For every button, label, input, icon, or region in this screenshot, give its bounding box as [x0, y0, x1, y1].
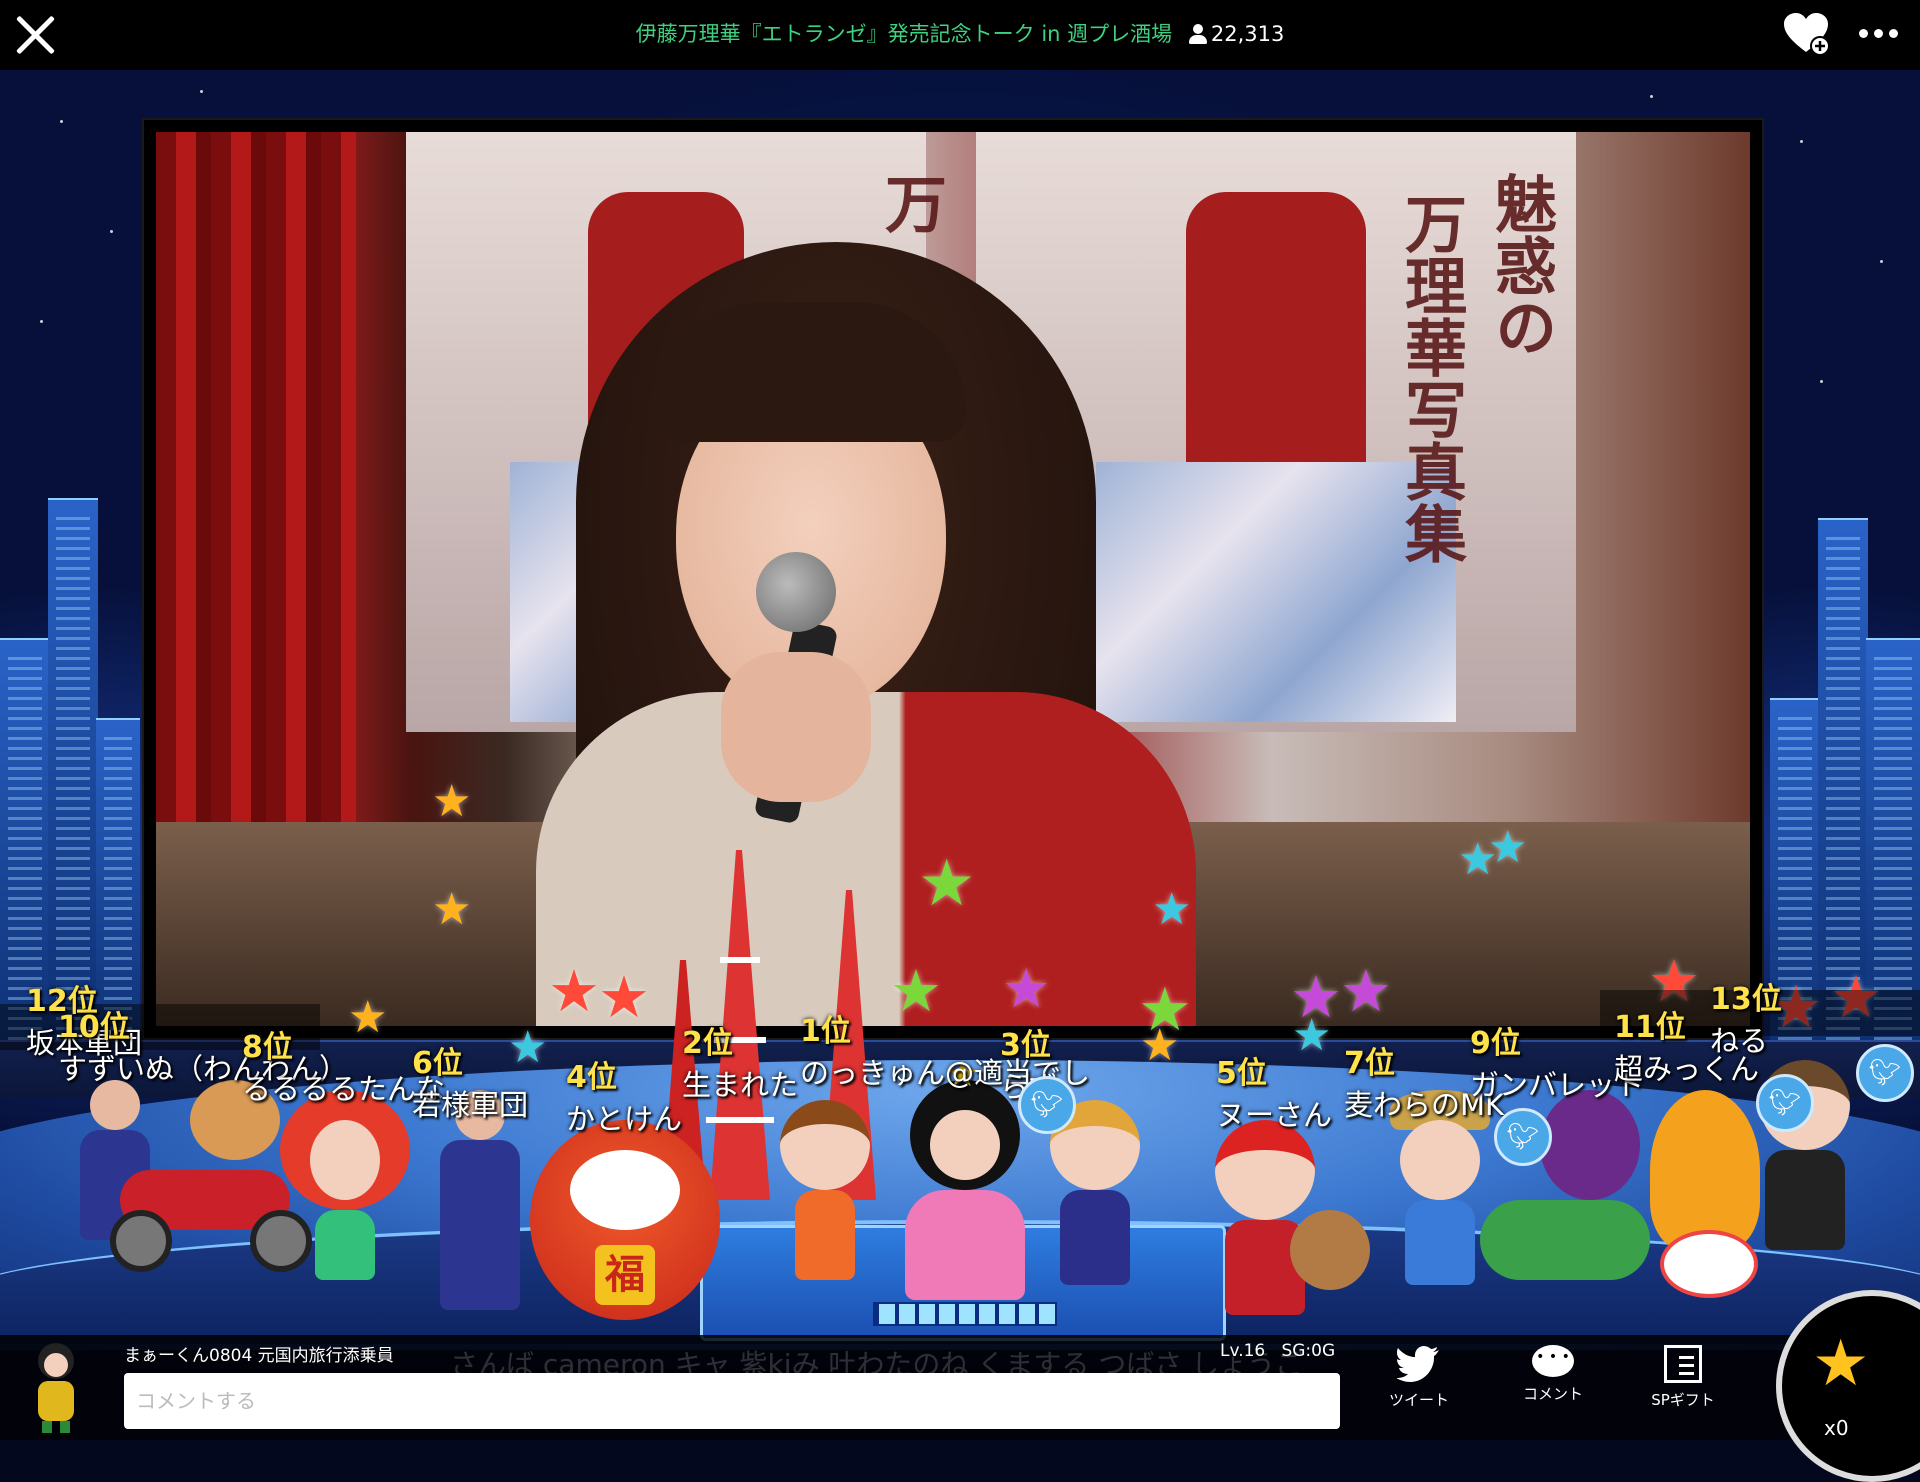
comment-input[interactable]	[124, 1373, 1340, 1429]
gold-star-icon: ★	[1812, 1327, 1870, 1401]
star-icon: ★	[1152, 884, 1192, 935]
rank-label: 2位 生まれた	[682, 1026, 799, 1102]
twitter-bubble-icon: 🐦︎	[1856, 1044, 1914, 1102]
lantern-text: 福	[595, 1245, 655, 1305]
top-bar: 伊藤万理華『エトランゼ』発売記念トーク in 週プレ酒場 22,313	[0, 0, 1920, 70]
bg-star	[1880, 260, 1883, 263]
bg-star	[1800, 140, 1803, 143]
star-count: x0	[1824, 1416, 1849, 1440]
poster-text: 万理華写真集	[1394, 192, 1467, 564]
viewer-count-value: 22,313	[1210, 22, 1285, 46]
sg-value: SG:0G	[1281, 1341, 1336, 1361]
bg-star	[110, 230, 113, 233]
tweet-button[interactable]: ツイート	[1374, 1345, 1464, 1410]
poster-text: 魅惑の	[1484, 172, 1557, 358]
poster-text: 万	[874, 172, 947, 234]
favorite-heart-button[interactable]	[1782, 10, 1832, 60]
twitter-bird-icon	[1397, 1346, 1439, 1382]
user-level: Lv.16 SG:0G	[1220, 1341, 1335, 1361]
microphone	[756, 552, 836, 632]
avatar-rank-4-daruma[interactable]: 福	[530, 1120, 720, 1320]
bg-star	[1650, 95, 1653, 98]
speaker-bangs	[656, 302, 966, 442]
user-name: まぁーくん0804 元国内旅行添乗員	[124, 1346, 394, 1366]
bg-star	[60, 120, 63, 123]
star-icon: ★	[432, 884, 472, 935]
star-icon: ★	[1488, 822, 1528, 873]
star-icon: ★	[1340, 957, 1392, 1025]
user-avatar[interactable]	[22, 1339, 90, 1435]
bottom-bar: さんば cameron キャ 紫kiみ 吐わたのね くまする つばさ しょうご …	[0, 1335, 1920, 1440]
sp-gift-label: SPギフト	[1651, 1391, 1715, 1409]
speaker-hand	[721, 652, 871, 802]
person-icon	[1188, 24, 1207, 44]
avatar-rank-8[interactable]	[280, 1090, 410, 1290]
rank-label: 4位 かとけん	[566, 1060, 683, 1136]
sp-gift-button[interactable]: SPギフト	[1638, 1345, 1728, 1410]
bg-star	[1820, 380, 1823, 383]
bg-star	[200, 90, 203, 93]
twitter-bubble-icon: 🐦︎	[1756, 1074, 1814, 1132]
avatar-reindeer[interactable]	[1290, 1210, 1370, 1300]
star-icon: ★	[598, 963, 650, 1031]
more-options-button[interactable]	[1856, 20, 1906, 48]
stream-title-bar: 伊藤万理華『エトランゼ』発売記念トーク in 週プレ酒場 22,313	[0, 18, 1920, 48]
comment-button[interactable]: コメント	[1508, 1345, 1598, 1404]
user-avatar-image	[38, 1343, 74, 1433]
comment-label: コメント	[1522, 1385, 1583, 1403]
stream-title: 伊藤万理華『エトランゼ』発売記念トーク in 週プレ酒場	[635, 22, 1173, 46]
twitter-bubble-icon: 🐦︎	[1494, 1108, 1552, 1166]
tweet-label: ツイート	[1388, 1391, 1449, 1409]
level-value: Lv.16	[1220, 1341, 1266, 1361]
star-icon: ★	[918, 847, 976, 921]
rank-label: 6位 若様軍団	[412, 1046, 529, 1122]
avatar-rank-6[interactable]	[420, 1090, 540, 1320]
star-icon: ★	[1140, 1020, 1180, 1071]
bg-star	[40, 320, 43, 323]
avatar-rank-1[interactable]: ★	[890, 1054, 1040, 1300]
avatar-rank-2[interactable]	[770, 1100, 880, 1290]
rank-label: 5位 ヌーさん	[1216, 1056, 1333, 1132]
gift-list-icon	[1664, 1345, 1702, 1383]
star-icon: ★	[432, 776, 472, 827]
twitter-bubble-icon: 🐦︎	[1018, 1076, 1076, 1134]
star-icon: ★	[548, 957, 600, 1025]
viewer-count: 22,313	[1188, 22, 1285, 46]
heart-plus-icon	[1784, 13, 1830, 56]
rank-label: 13位 ねる	[1710, 982, 1782, 1058]
speech-bubble-icon	[1532, 1345, 1574, 1377]
